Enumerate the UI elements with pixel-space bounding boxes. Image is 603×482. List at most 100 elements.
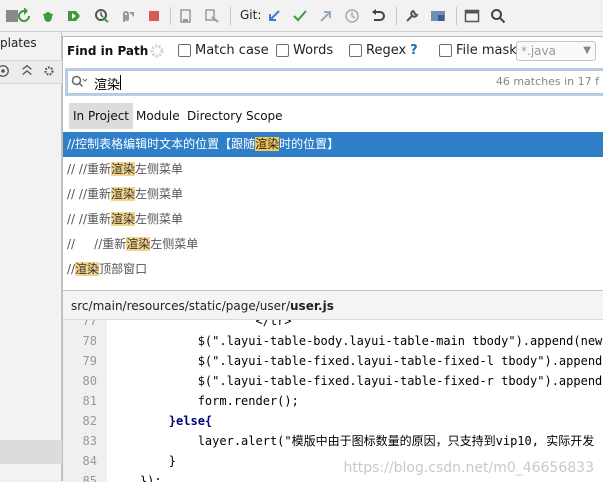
code-preview[interactable]: 77 </tr>"' 78 $(".layui-table-body.layui… — [63, 320, 603, 482]
search-query: 渲染 — [94, 78, 121, 93]
git-commit-icon[interactable] — [292, 8, 308, 24]
attach-icon[interactable] — [120, 8, 136, 24]
file-mask-value: *.java — [521, 44, 556, 58]
code-line: 81 form.render(); — [63, 391, 603, 411]
result-text: 左侧菜单 — [135, 212, 184, 226]
list-item[interactable]: // //重新渲染左侧菜单 — [63, 232, 603, 257]
words-label: Words — [293, 43, 334, 58]
line-number: 81 — [82, 394, 97, 408]
file-name: user.js — [290, 299, 334, 313]
result-text: // //重新 — [67, 237, 127, 251]
file-path-prefix: src/main/resources/static/page/user/ — [71, 299, 291, 313]
line-code: }else{ — [111, 414, 213, 428]
tab-directory[interactable]: Directory — [183, 103, 246, 129]
line-code: form.render(); — [111, 394, 299, 408]
gear-icon[interactable] — [42, 64, 56, 78]
list-item[interactable]: // //重新渲染左侧菜单 — [63, 207, 603, 232]
project-panel-toolbar — [0, 60, 62, 84]
result-text: //控制表格编辑时文本的位置【跟随 — [67, 137, 256, 151]
line-number: 77 — [82, 320, 97, 328]
settings-icon[interactable] — [404, 8, 420, 24]
tab-in-project[interactable]: In Project — [69, 103, 134, 129]
loading-gear-icon — [150, 44, 164, 58]
toolbar-separator — [396, 7, 397, 25]
list-item[interactable]: //渲染顶部窗口 — [63, 257, 603, 282]
code-line: 82 }else{ — [63, 411, 603, 431]
toolbar-separator — [170, 7, 171, 25]
words-box[interactable] — [276, 44, 289, 57]
list-item[interactable]: // //重新渲染左侧菜单 — [63, 182, 603, 207]
regex-box[interactable] — [349, 44, 362, 57]
tab-scope[interactable]: Scope — [242, 103, 287, 129]
rollback-icon[interactable] — [370, 8, 386, 24]
match-case-box[interactable] — [178, 44, 191, 57]
result-match: 渲染 — [255, 137, 280, 151]
line-number: 80 — [82, 374, 97, 388]
text-caret — [120, 75, 121, 90]
line-number: 84 — [82, 454, 97, 468]
result-text: 左侧菜单 — [150, 237, 199, 251]
file-mask-box[interactable] — [439, 44, 452, 57]
line-number: 82 — [82, 414, 97, 428]
results-list: //控制表格编辑时文本的位置【跟随渲染时的位置】 // //重新渲染左侧菜单 /… — [63, 132, 603, 288]
result-match: 渲染 — [111, 162, 136, 176]
collapse-icon[interactable] — [20, 64, 34, 78]
deploy-icon[interactable] — [204, 8, 220, 24]
result-match: 渲染 — [75, 262, 100, 276]
line-number: 85 — [82, 474, 97, 482]
main-toolbar: Git: — [0, 0, 603, 32]
code-line: 78 $(".layui-table-body.layui-table-main… — [63, 331, 603, 351]
search-icon[interactable] — [490, 8, 506, 24]
tab-module[interactable]: Module — [132, 103, 184, 129]
coverage-icon[interactable] — [66, 8, 82, 24]
scope-tabs: In Project Module Directory Scope — [63, 103, 603, 129]
project-structure-icon[interactable] — [430, 8, 446, 24]
stop-icon[interactable] — [146, 8, 162, 24]
toolbar-separator — [456, 7, 457, 25]
result-text: // — [67, 262, 76, 276]
git-update-icon[interactable] — [266, 8, 282, 24]
code-line: 80 $(".layui-table-fixed.layui-table-fix… — [63, 371, 603, 391]
profile-icon[interactable] — [94, 8, 110, 24]
result-text: 顶部窗口 — [99, 262, 148, 276]
file-mask-dropdown[interactable]: *.java ▼ — [516, 41, 596, 61]
locate-icon[interactable] — [0, 64, 10, 78]
match-case-checkbox[interactable]: Match case — [178, 43, 269, 58]
result-text: 左侧菜单 — [135, 162, 184, 176]
code-line: 79 $(".layui-table-fixed.layui-table-fix… — [63, 351, 603, 371]
debug-icon[interactable] — [40, 8, 56, 24]
build-icon[interactable] — [178, 8, 194, 24]
templates-tab[interactable]: plates — [0, 36, 37, 50]
line-number: 78 — [82, 334, 97, 348]
result-text: 左侧菜单 — [135, 187, 184, 201]
git-push-icon[interactable] — [318, 8, 334, 24]
result-text: // //重新 — [67, 162, 111, 176]
line-code: $(".layui-table-fixed.layui-table-fixed-… — [111, 354, 603, 368]
line-code: } — [111, 454, 177, 468]
terminal-icon[interactable] — [464, 8, 480, 24]
list-item[interactable]: //控制表格编辑时文本的位置【跟随渲染时的位置】 — [63, 132, 603, 157]
regex-help-link[interactable]: ? — [410, 43, 418, 58]
history-icon[interactable] — [344, 8, 360, 24]
toolbar-separator — [230, 7, 231, 25]
watermark: https://blog.csdn.net/m0_46656833 — [343, 460, 594, 476]
line-number: 79 — [82, 354, 97, 368]
file-mask-checkbox[interactable]: File mask: — [439, 43, 521, 58]
result-match: 渲染 — [111, 212, 136, 226]
chevron-down-icon: ▼ — [583, 45, 591, 56]
list-item[interactable]: // //重新渲染左侧菜单 — [63, 157, 603, 182]
file-mask-label: File mask: — [456, 43, 522, 58]
result-text: // //重新 — [67, 212, 111, 226]
line-number: 83 — [82, 434, 97, 448]
search-history-icon[interactable] — [71, 75, 87, 89]
words-checkbox[interactable]: Words — [276, 43, 333, 58]
regex-checkbox[interactable]: Regex ? — [349, 43, 418, 58]
preview-file-path: src/main/resources/static/page/user/user… — [63, 290, 603, 320]
code-line: 83 layer.alert("模版中由于图标数量的原因，只支持到vip10, … — [63, 431, 603, 451]
result-match: 渲染 — [111, 187, 136, 201]
line-code: }); — [111, 474, 162, 482]
rerun-icon[interactable] — [16, 8, 32, 24]
project-panel-selected-row[interactable] — [0, 440, 62, 464]
search-input[interactable]: 渲染 46 matches in 17 f — [65, 68, 603, 96]
match-case-label: Match case — [195, 43, 269, 58]
